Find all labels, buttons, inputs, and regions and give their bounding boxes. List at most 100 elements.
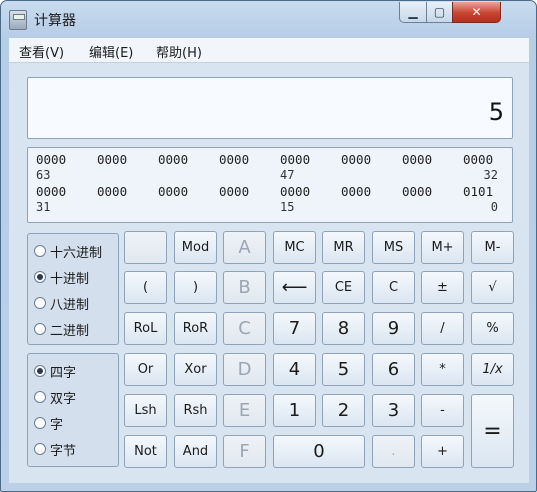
- radio-circle-selected: [34, 271, 46, 283]
- bit-group: 0000: [463, 152, 494, 167]
- number-base-group: 十六进制 十进制 八进制 二进制: [27, 233, 119, 345]
- sqrt-button[interactable]: √: [471, 271, 514, 304]
- bit-index: 32: [483, 168, 498, 182]
- radio-circle: [34, 323, 46, 335]
- digit-5-button[interactable]: 5: [322, 353, 365, 386]
- menu-view[interactable]: 查看(V): [19, 42, 64, 61]
- lsh-button[interactable]: Lsh: [124, 394, 167, 427]
- display-value: 5: [488, 98, 504, 126]
- and-button[interactable]: And: [174, 435, 217, 468]
- radio-label: 八进制: [50, 297, 90, 313]
- calculator-app-icon: [9, 10, 27, 30]
- result-display: 5: [27, 77, 513, 139]
- bit-group: 0000: [280, 184, 311, 199]
- digit-4-button[interactable]: 4: [273, 353, 316, 386]
- maximize-button[interactable]: ▢: [426, 2, 453, 23]
- or-button[interactable]: Or: [124, 353, 167, 386]
- percent-button[interactable]: %: [471, 312, 514, 345]
- radio-hexadecimal[interactable]: 十六进制: [34, 241, 102, 261]
- bit-index: 15: [280, 200, 295, 214]
- hex-c-button[interactable]: C: [223, 312, 266, 345]
- hex-a-button[interactable]: A: [223, 231, 266, 264]
- m-minus-button[interactable]: M-: [471, 231, 514, 264]
- radio-circle: [34, 391, 46, 403]
- right-paren-button[interactable]: ): [174, 271, 217, 304]
- radio-label: 字: [50, 417, 64, 433]
- radio-qword[interactable]: 四字: [34, 361, 76, 381]
- bit-group: 0000: [341, 152, 372, 167]
- radio-octal[interactable]: 八进制: [34, 293, 89, 313]
- radio-decimal[interactable]: 十进制: [34, 267, 89, 287]
- bit-group: 0000: [402, 152, 433, 167]
- radio-label: 二进制: [50, 323, 90, 339]
- title-bar[interactable]: 计算器 ▁ ▢ ✕: [1, 1, 536, 37]
- ce-button[interactable]: CE: [322, 271, 365, 304]
- clear-button[interactable]: C: [372, 271, 415, 304]
- blank-button: [124, 231, 167, 264]
- radio-label: 四字: [50, 365, 77, 381]
- bit-group: 0000: [219, 184, 250, 199]
- digit-6-button[interactable]: 6: [372, 353, 415, 386]
- menu-bar: 查看(V) 编辑(E) 帮助(H): [9, 38, 529, 63]
- multiply-button[interactable]: *: [421, 353, 464, 386]
- minus-button[interactable]: -: [421, 394, 464, 427]
- hex-b-button[interactable]: B: [223, 271, 266, 304]
- plus-button[interactable]: +: [421, 435, 464, 468]
- bit-group: 0000: [280, 152, 311, 167]
- radio-label: 十六进制: [50, 245, 103, 261]
- radio-dword[interactable]: 双字: [34, 387, 76, 407]
- ror-button[interactable]: RoR: [174, 312, 217, 345]
- radio-label: 双字: [50, 391, 77, 407]
- word-size-group: 四字 双字 字 字节: [27, 353, 119, 467]
- not-button[interactable]: Not: [124, 435, 167, 468]
- equals-button[interactable]: =: [471, 394, 514, 468]
- digit-9-button[interactable]: 9: [372, 312, 415, 345]
- hex-f-button[interactable]: F: [223, 435, 266, 468]
- calculator-window: 计算器 ▁ ▢ ✕ 查看(V) 编辑(E) 帮助(H) 5 0000 0000 …: [0, 0, 537, 492]
- rsh-button[interactable]: Rsh: [174, 394, 217, 427]
- minimize-button[interactable]: ▁: [399, 2, 427, 23]
- xor-button[interactable]: Xor: [174, 353, 217, 386]
- close-button[interactable]: ✕: [452, 2, 501, 23]
- digit-1-button[interactable]: 1: [273, 394, 316, 427]
- radio-circle: [34, 245, 46, 257]
- bit-group: 0000: [402, 184, 433, 199]
- radio-binary[interactable]: 二进制: [34, 319, 89, 339]
- reciprocal-button[interactable]: 1/x: [471, 353, 514, 386]
- radio-byte[interactable]: 字节: [34, 439, 76, 459]
- radio-word[interactable]: 字: [34, 413, 63, 433]
- digit-2-button[interactable]: 2: [322, 394, 365, 427]
- bit-group: 0000: [36, 184, 67, 199]
- m-plus-button[interactable]: M+: [421, 231, 464, 264]
- radio-circle: [34, 417, 46, 429]
- mc-button[interactable]: MC: [273, 231, 316, 264]
- ms-button[interactable]: MS: [372, 231, 415, 264]
- radio-circle: [34, 443, 46, 455]
- mod-button[interactable]: Mod: [174, 231, 217, 264]
- mr-button[interactable]: MR: [322, 231, 365, 264]
- radio-label: 字节: [50, 443, 77, 459]
- backspace-arrow-icon: ⟵: [281, 277, 308, 298]
- bit-group: 0000: [158, 152, 189, 167]
- digit-3-button[interactable]: 3: [372, 394, 415, 427]
- bit-index: 63: [36, 168, 51, 182]
- menu-help[interactable]: 帮助(H): [156, 42, 202, 61]
- menu-edit[interactable]: 编辑(E): [89, 42, 133, 61]
- backspace-button[interactable]: ⟵: [273, 271, 316, 304]
- binary-display: 0000 0000 0000 0000 0000 0000 0000 0000 …: [27, 147, 513, 223]
- bit-group: 0000: [36, 152, 67, 167]
- window-title: 计算器: [34, 13, 76, 29]
- plus-minus-button[interactable]: ±: [421, 271, 464, 304]
- radio-label: 十进制: [50, 271, 90, 287]
- hex-e-button[interactable]: E: [223, 394, 266, 427]
- divide-button[interactable]: /: [421, 312, 464, 345]
- digit-0-button[interactable]: 0: [273, 435, 365, 468]
- left-paren-button[interactable]: (: [124, 271, 167, 304]
- hex-d-button[interactable]: D: [223, 353, 266, 386]
- digit-8-button[interactable]: 8: [322, 312, 365, 345]
- bit-group: 0101: [463, 184, 494, 199]
- digit-7-button[interactable]: 7: [273, 312, 316, 345]
- rol-button[interactable]: RoL: [124, 312, 167, 345]
- decimal-point-button: .: [372, 435, 415, 468]
- bit-index: 31: [36, 200, 51, 214]
